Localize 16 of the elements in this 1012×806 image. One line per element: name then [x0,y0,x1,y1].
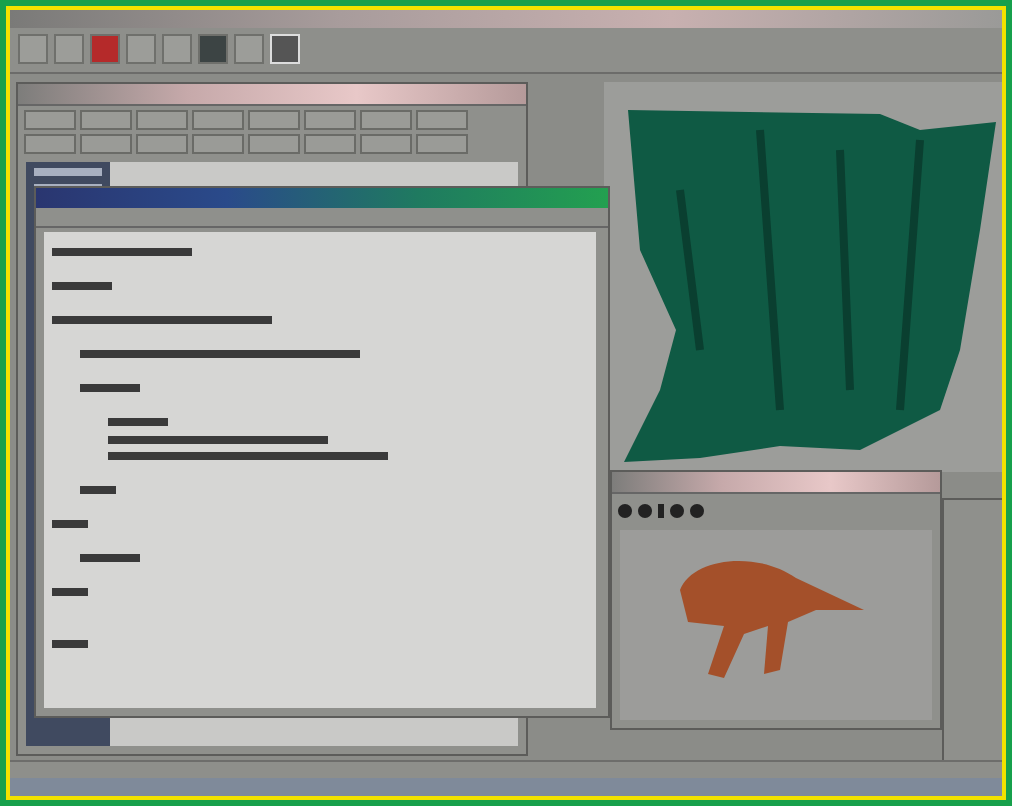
tab[interactable] [304,134,356,154]
tab[interactable] [416,110,468,130]
tab[interactable] [24,134,76,154]
tab[interactable] [192,134,244,154]
tab[interactable] [248,110,300,130]
tab[interactable] [304,110,356,130]
tab[interactable] [192,110,244,130]
tab[interactable] [24,110,76,130]
tab[interactable] [136,134,188,154]
tab[interactable] [80,134,132,154]
tab[interactable] [360,110,412,130]
tab[interactable] [360,134,412,154]
tab[interactable] [80,110,132,130]
tab[interactable] [248,134,300,154]
tab[interactable] [416,134,468,154]
tab[interactable] [136,110,188,130]
